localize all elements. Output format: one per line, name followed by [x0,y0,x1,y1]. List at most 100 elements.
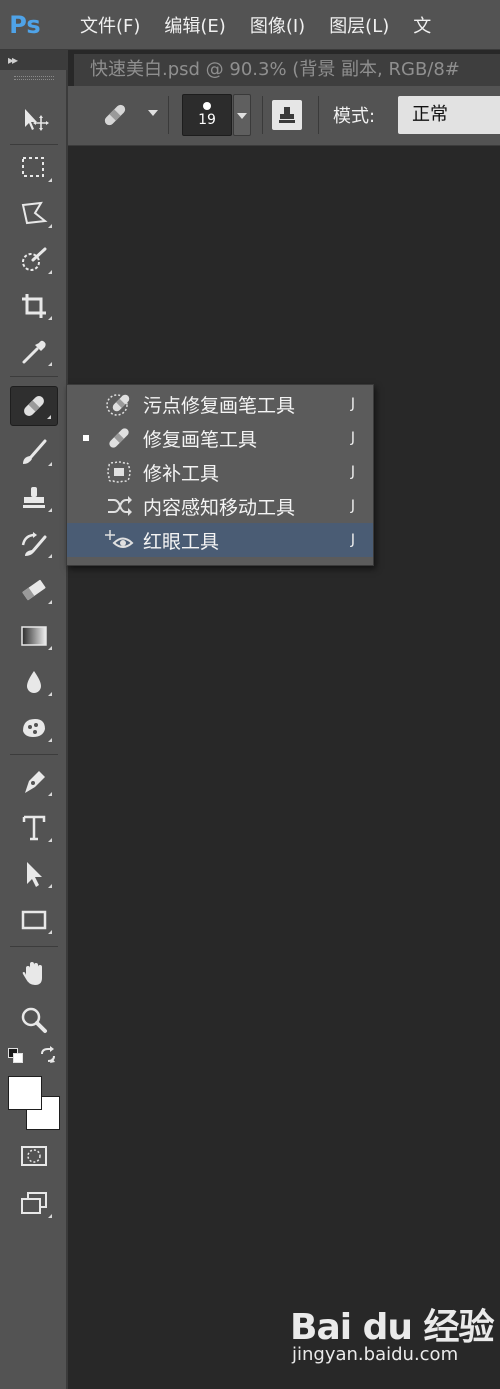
brush-dropdown-button[interactable] [233,94,251,136]
eyedropper-tool[interactable] [10,332,58,372]
toolbar-divider [10,376,58,377]
lasso-tool[interactable] [10,194,58,234]
default-colors-button[interactable] [8,1048,26,1066]
eraser-icon [22,579,46,601]
flyout-item-healing-brush[interactable]: 修复画笔工具 J [67,421,373,455]
foreground-color-swatch[interactable] [8,1076,42,1110]
patch-icon [101,457,137,487]
toolbar-grip[interactable] [14,76,54,80]
menu-edit[interactable]: 编辑(E) [152,12,237,38]
hand-tool[interactable] [10,954,58,994]
brush-size: 19 [198,112,216,128]
tool-preset-caret[interactable] [148,110,158,116]
history-brush-icon [21,532,47,556]
tool-group-indicator [48,316,52,320]
eyedropper-icon [22,340,46,364]
move-icon [25,109,49,131]
healing-brush-icon [101,423,137,453]
screen-mode-icon [21,1192,47,1214]
brush-tip-preview [203,102,211,110]
photoshop-logo: Ps [9,10,41,39]
stamp-icon [279,107,295,123]
rectangle-shape-icon [21,910,47,930]
options-divider [318,96,319,134]
brush-tool[interactable] [10,432,58,472]
flyout-item-red-eye[interactable]: 红眼工具 J [67,523,373,557]
quick-mask-icon [21,1146,47,1166]
tool-group-indicator [48,838,52,842]
clone-stamp-tool[interactable] [10,478,58,518]
screen-mode-button[interactable] [10,1184,58,1224]
healing-brush-tool[interactable] [10,386,58,426]
options-divider [262,96,263,134]
flyout-item-spot-healing-brush[interactable]: 污点修复画笔工具 J [67,387,373,421]
menu-file[interactable]: 文件(F) [50,12,152,38]
toolbar-divider [10,144,58,145]
collapse-toolbar-button[interactable]: ▸▸ [0,50,68,70]
healing-tools-flyout: 污点修复画笔工具 J 修复画笔工具 J 修补工具 J 内容感知移动工具 J 红眼… [66,384,374,566]
quick-mask-button[interactable] [10,1136,58,1176]
tool-preset-picker[interactable] [90,94,140,136]
path-selection-icon [27,862,42,887]
move-tool[interactable] [10,100,58,140]
menu-type[interactable]: 文 [401,12,443,38]
clone-stamp-icon [23,487,45,508]
flyout-item-shortcut: J [350,532,355,548]
tool-group-indicator [48,646,52,650]
crop-icon [22,294,46,318]
tool-group-indicator [48,1214,52,1218]
swap-colors-button[interactable] [38,1046,58,1066]
tool-group-indicator [48,508,52,512]
tool-group-indicator [48,738,52,742]
history-brush-tool[interactable] [10,524,58,564]
mode-select[interactable]: 正常 [398,96,500,134]
flyout-item-label: 污点修复画笔工具 [143,394,296,417]
quick-selection-icon [22,247,47,271]
flyout-item-shortcut: J [350,498,355,514]
eraser-tool[interactable] [10,570,58,610]
rectangular-marquee-icon [22,157,44,177]
flyout-item-content-aware-move[interactable]: 内容感知移动工具 J [67,489,373,523]
path-selection-tool[interactable] [10,854,58,894]
dodge-tool[interactable] [10,708,58,748]
pen-icon [25,771,45,793]
baidu-jingyan-watermark: Bai du 经验 jingyan.baidu.com [290,1292,495,1372]
tool-group-indicator [48,178,52,182]
tool-group-indicator [48,362,52,366]
pen-tool[interactable] [10,762,58,802]
quick-selection-tool[interactable] [10,240,58,280]
zoom-tool[interactable] [10,1000,58,1040]
red-eye-icon [101,525,137,555]
blur-tool[interactable] [10,662,58,702]
sponge-icon [23,719,45,737]
rectangle-tool[interactable] [10,900,58,940]
tool-group-indicator [48,930,52,934]
marquee-tool[interactable] [10,148,58,188]
tool-group-indicator [48,462,52,466]
watermark-logo: Bai du 经验 [290,1307,495,1348]
zoom-icon [21,1007,47,1033]
tool-group-indicator [48,224,52,228]
flyout-item-shortcut: J [350,396,355,412]
canvas-area[interactable] [70,146,500,1389]
flyout-item-patch[interactable]: 修补工具 J [67,455,373,489]
brush-picker[interactable]: 19 [182,94,232,136]
crop-tool[interactable] [10,286,58,326]
flyout-item-label: 内容感知移动工具 [143,496,296,519]
gradient-icon [21,626,47,646]
content-aware-move-icon [101,491,137,521]
menu-layer[interactable]: 图层(L) [317,12,401,38]
gradient-tool[interactable] [10,616,58,656]
tool-group-indicator [48,792,52,796]
toolbar-divider [10,946,58,947]
brush-panel-button[interactable] [272,100,302,130]
flyout-item-shortcut: J [350,430,355,446]
watermark-site: jingyan.baidu.com [292,1344,459,1365]
mode-label: 模式: [333,106,376,127]
spot-healing-brush-icon [101,389,137,419]
menu-image[interactable]: 图像(I) [238,12,317,38]
tool-group-indicator [47,415,51,419]
type-tool[interactable] [10,808,58,848]
document-tab[interactable]: 快速美白.psd @ 90.3% (背景 副本, RGB/8# [74,54,500,86]
brush-icon [23,439,47,464]
